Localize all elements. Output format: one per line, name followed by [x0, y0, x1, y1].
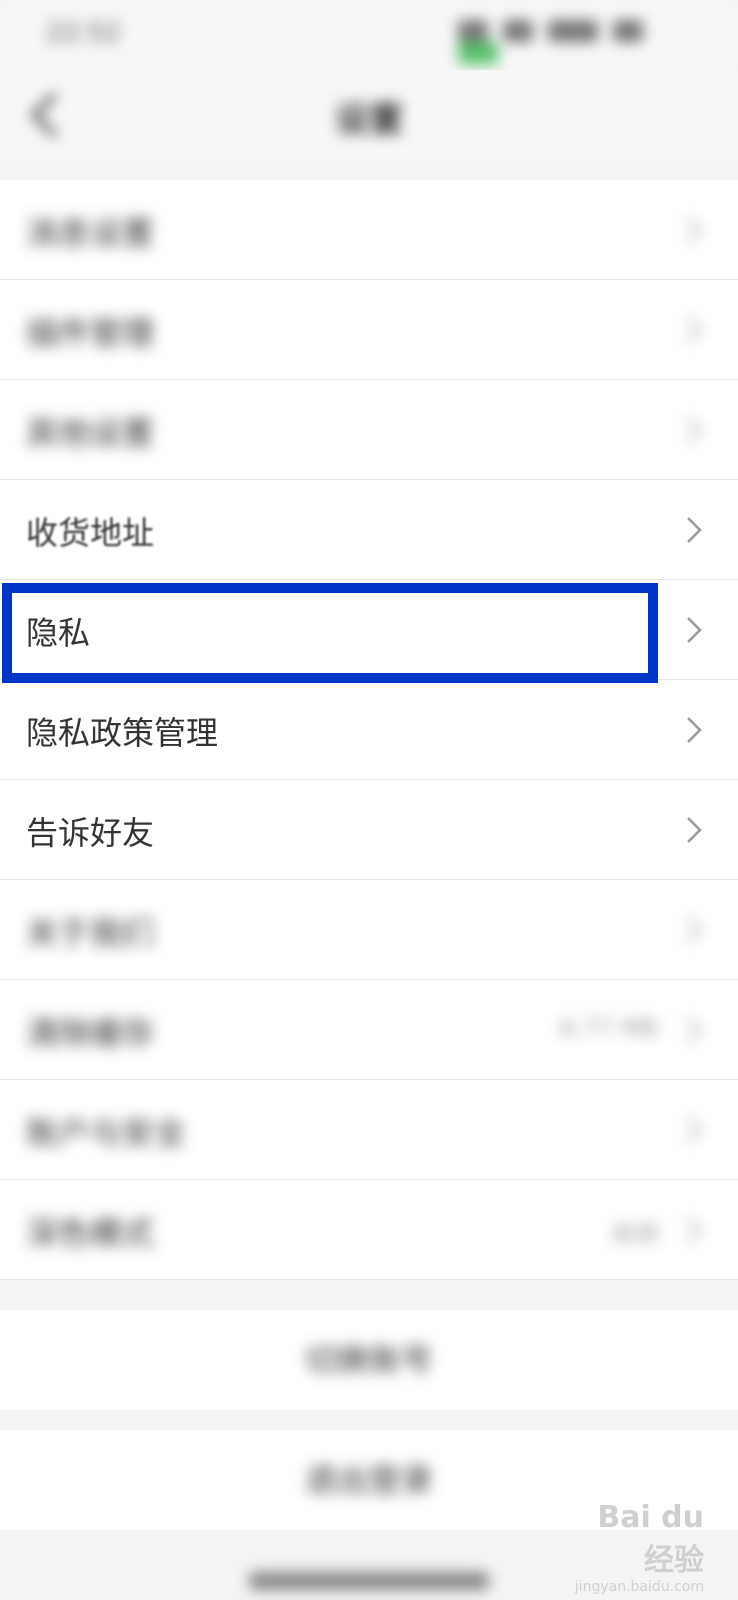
settings-list: 消息设置 插件管理 其他设置 收货地址 隐私 隐私政策管理 告诉好友 关于我们 … — [0, 180, 738, 1280]
chevron-right-icon — [678, 1114, 708, 1146]
settings-item-other[interactable]: 其他设置 — [0, 380, 738, 480]
chevron-right-icon — [678, 1014, 708, 1046]
chevron-right-icon — [678, 614, 708, 646]
watermark-brand: Bai du 经验 — [597, 1500, 704, 1578]
chevron-right-icon — [678, 714, 708, 746]
dark-mode-value: 关闭 — [610, 1220, 658, 1248]
chevron-right-icon — [678, 514, 708, 546]
network-icon — [548, 20, 599, 42]
settings-item-label: 消息设置 — [26, 214, 155, 252]
settings-item-message[interactable]: 消息设置 — [0, 180, 738, 280]
settings-item-plugins[interactable]: 插件管理 — [0, 280, 738, 380]
settings-item-label: 隐私 — [26, 614, 91, 652]
settings-item-dark-mode[interactable]: 深色模式 关闭 — [0, 1180, 738, 1280]
watermark-url: jingyan.baidu.com — [574, 1579, 704, 1595]
settings-item-label: 插件管理 — [26, 314, 155, 352]
settings-item-label: 深色模式 — [26, 1214, 155, 1252]
navigation-bar: 设置 — [0, 70, 738, 160]
chevron-right-icon — [678, 814, 708, 846]
chevron-right-icon — [678, 1214, 708, 1246]
settings-item-label: 其他设置 — [26, 414, 155, 452]
status-time: 22:52 — [46, 18, 121, 48]
page-title: 设置 — [335, 100, 403, 140]
settings-item-privacy[interactable]: 隐私 — [0, 580, 738, 680]
chevron-right-icon — [678, 314, 708, 346]
settings-item-label: 隐私政策管理 — [26, 714, 219, 752]
settings-item-label: 清除缓存 — [26, 1014, 155, 1052]
settings-item-label: 账户与安全 — [26, 1114, 187, 1152]
logout-label: 退出登录 — [304, 1461, 433, 1499]
settings-item-about[interactable]: 关于我们 — [0, 880, 738, 980]
watermark: Bai du 经验 jingyan.baidu.com — [564, 1500, 704, 1595]
cache-size-value: 6.77 MB — [559, 1014, 658, 1042]
chevron-right-icon — [678, 414, 708, 446]
settings-item-tell-friends[interactable]: 告诉好友 — [0, 780, 738, 880]
settings-item-label: 关于我们 — [26, 914, 155, 952]
notification-icon — [613, 20, 644, 42]
chevron-right-icon — [678, 914, 708, 946]
settings-item-address[interactable]: 收货地址 — [0, 480, 738, 580]
status-bar: 22:52 — [0, 0, 738, 70]
chevron-right-icon — [678, 214, 708, 246]
settings-item-label: 告诉好友 — [26, 814, 155, 852]
signal-icon — [458, 20, 488, 42]
switch-account-label: 切换账号 — [304, 1341, 433, 1379]
settings-item-privacy-policy[interactable]: 隐私政策管理 — [0, 680, 738, 780]
battery-icon — [458, 42, 498, 64]
status-icons — [448, 20, 698, 64]
settings-item-label: 收货地址 — [26, 514, 155, 552]
settings-item-clear-cache[interactable]: 清除缓存 6.77 MB — [0, 980, 738, 1080]
wifi-icon — [503, 20, 534, 42]
switch-account-button[interactable]: 切换账号 — [0, 1310, 738, 1410]
settings-item-account-security[interactable]: 账户与安全 — [0, 1080, 738, 1180]
